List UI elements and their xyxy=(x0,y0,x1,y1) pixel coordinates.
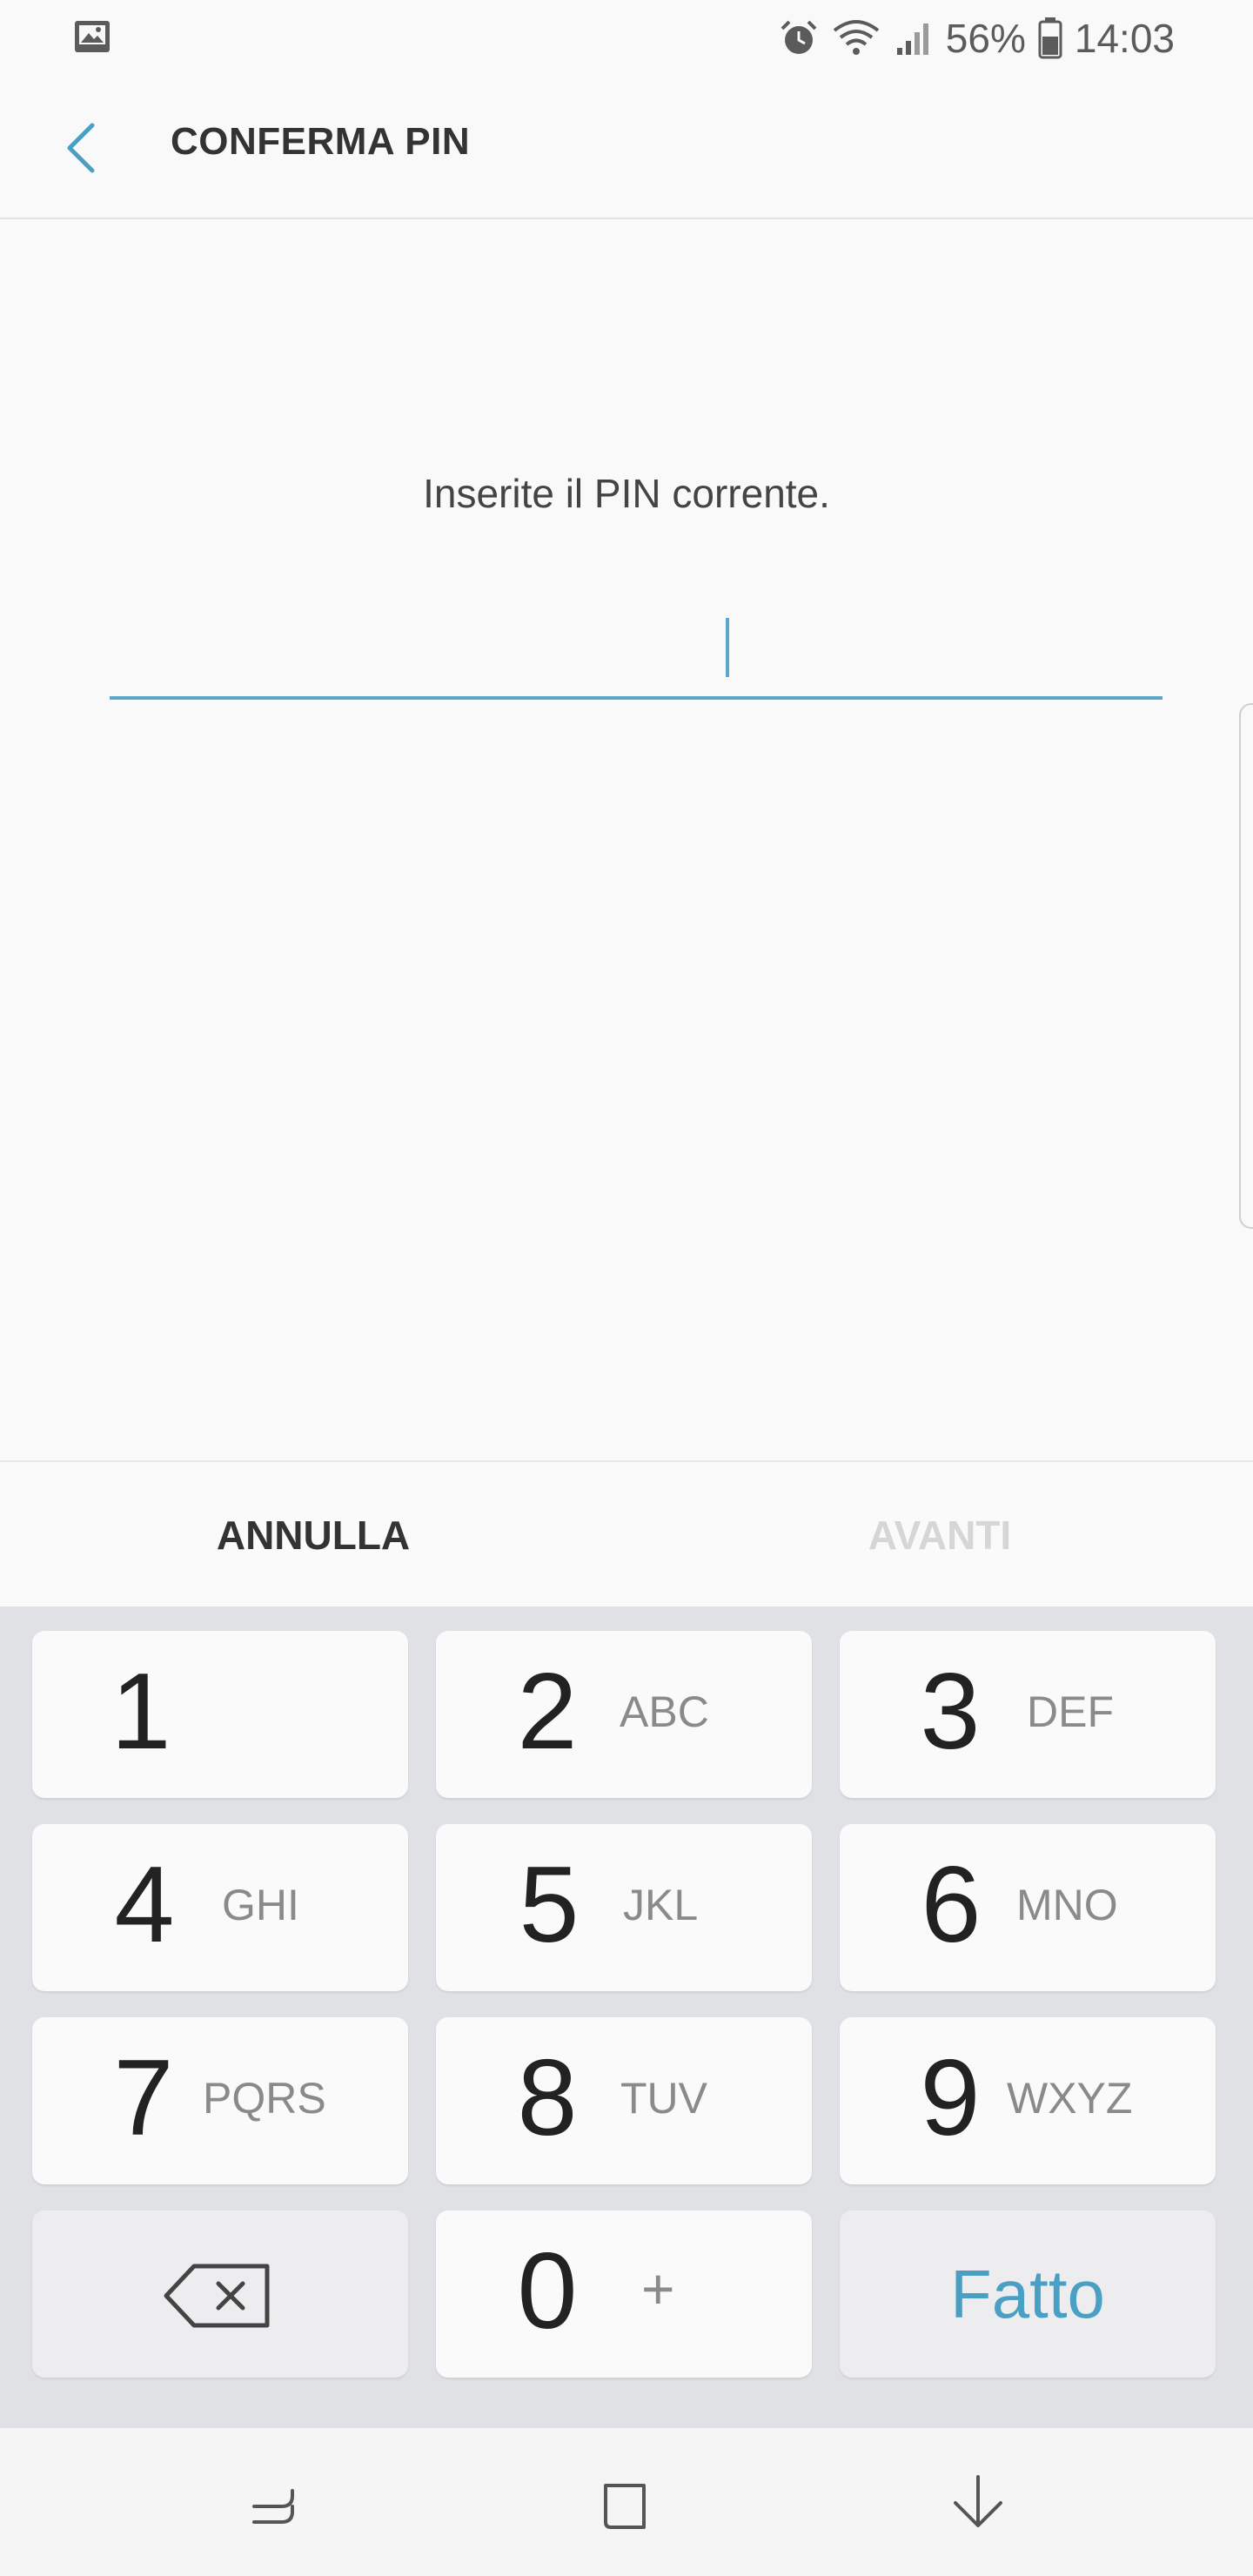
clock: 14:03 xyxy=(1074,16,1175,61)
page-title: CONFERMA PIN xyxy=(171,120,471,163)
key-digit: 5 xyxy=(519,1845,580,1965)
key-1[interactable]: 1 xyxy=(32,1631,408,1798)
key-9[interactable]: 9 WXYZ xyxy=(840,2017,1216,2184)
backspace-icon xyxy=(164,2264,270,2328)
key-7[interactable]: 7 PQRS xyxy=(32,2017,408,2184)
signal-icon xyxy=(896,23,928,55)
edge-panel-handle[interactable] xyxy=(1239,703,1253,1229)
navigation-bar xyxy=(0,2428,1253,2576)
app-bar: CONFERMA PIN xyxy=(0,78,1253,219)
done-key[interactable]: Fatto xyxy=(840,2210,1216,2378)
key-0[interactable]: 0 + xyxy=(436,2210,812,2378)
key-letters: PQRS xyxy=(203,2074,326,2123)
key-digit: 8 xyxy=(517,2038,578,2158)
key-digit: 4 xyxy=(114,1845,175,1965)
battery-icon xyxy=(1038,17,1062,59)
key-digit: 2 xyxy=(517,1652,578,1772)
wifi-icon xyxy=(833,20,880,55)
key-4[interactable]: 4 GHI xyxy=(32,1824,408,1991)
key-digit: 1 xyxy=(111,1652,171,1772)
key-digit: 9 xyxy=(920,2038,981,2158)
next-button[interactable]: AVANTI xyxy=(626,1462,1253,1608)
home-icon[interactable] xyxy=(592,2466,661,2536)
key-3[interactable]: 3 DEF xyxy=(840,1631,1216,1798)
key-letters: ABC xyxy=(620,1687,709,1736)
key-letters: MNO xyxy=(1016,1881,1118,1929)
key-letters: JKL xyxy=(623,1881,699,1929)
recents-icon[interactable] xyxy=(242,2466,312,2536)
cancel-button[interactable]: ANNULLA xyxy=(0,1462,626,1608)
backspace-key[interactable] xyxy=(32,2210,408,2378)
pin-prompt: Inserite il PIN corrente. xyxy=(423,471,830,516)
key-digit: 0 xyxy=(517,2231,578,2351)
key-2[interactable]: 2 ABC xyxy=(436,1631,812,1798)
key-letters: TUV xyxy=(620,2074,707,2123)
key-6[interactable]: 6 MNO xyxy=(840,1824,1216,1991)
key-8[interactable]: 8 TUV xyxy=(436,2017,812,2184)
pin-input[interactable] xyxy=(110,600,1163,700)
key-letters: WXYZ xyxy=(1007,2074,1133,2123)
done-label: Fatto xyxy=(950,2255,1105,2332)
key-letters: GHI xyxy=(222,1881,299,1929)
gallery-icon xyxy=(75,21,110,52)
action-bar: ANNULLA AVANTI xyxy=(0,1460,1253,1608)
key-digit: 7 xyxy=(113,2038,174,2158)
key-letters: DEF xyxy=(1027,1687,1114,1736)
hide-keyboard-icon[interactable] xyxy=(943,2466,1013,2536)
text-cursor xyxy=(726,618,729,677)
key-digit: 3 xyxy=(920,1652,981,1772)
alarm-icon xyxy=(781,20,817,54)
key-5[interactable]: 5 JKL xyxy=(436,1824,812,1991)
chevron-left-icon[interactable] xyxy=(56,113,108,183)
battery-percent: 56% xyxy=(945,16,1026,61)
numeric-keypad: 1 2 ABC 3 DEF 4 GHI 5 JKL 6 MNO 7 PQRS 8… xyxy=(0,1607,1253,2428)
key-letters: + xyxy=(641,2257,675,2321)
status-bar: 56% 14:03 xyxy=(0,0,1253,78)
key-digit: 6 xyxy=(921,1845,982,1965)
